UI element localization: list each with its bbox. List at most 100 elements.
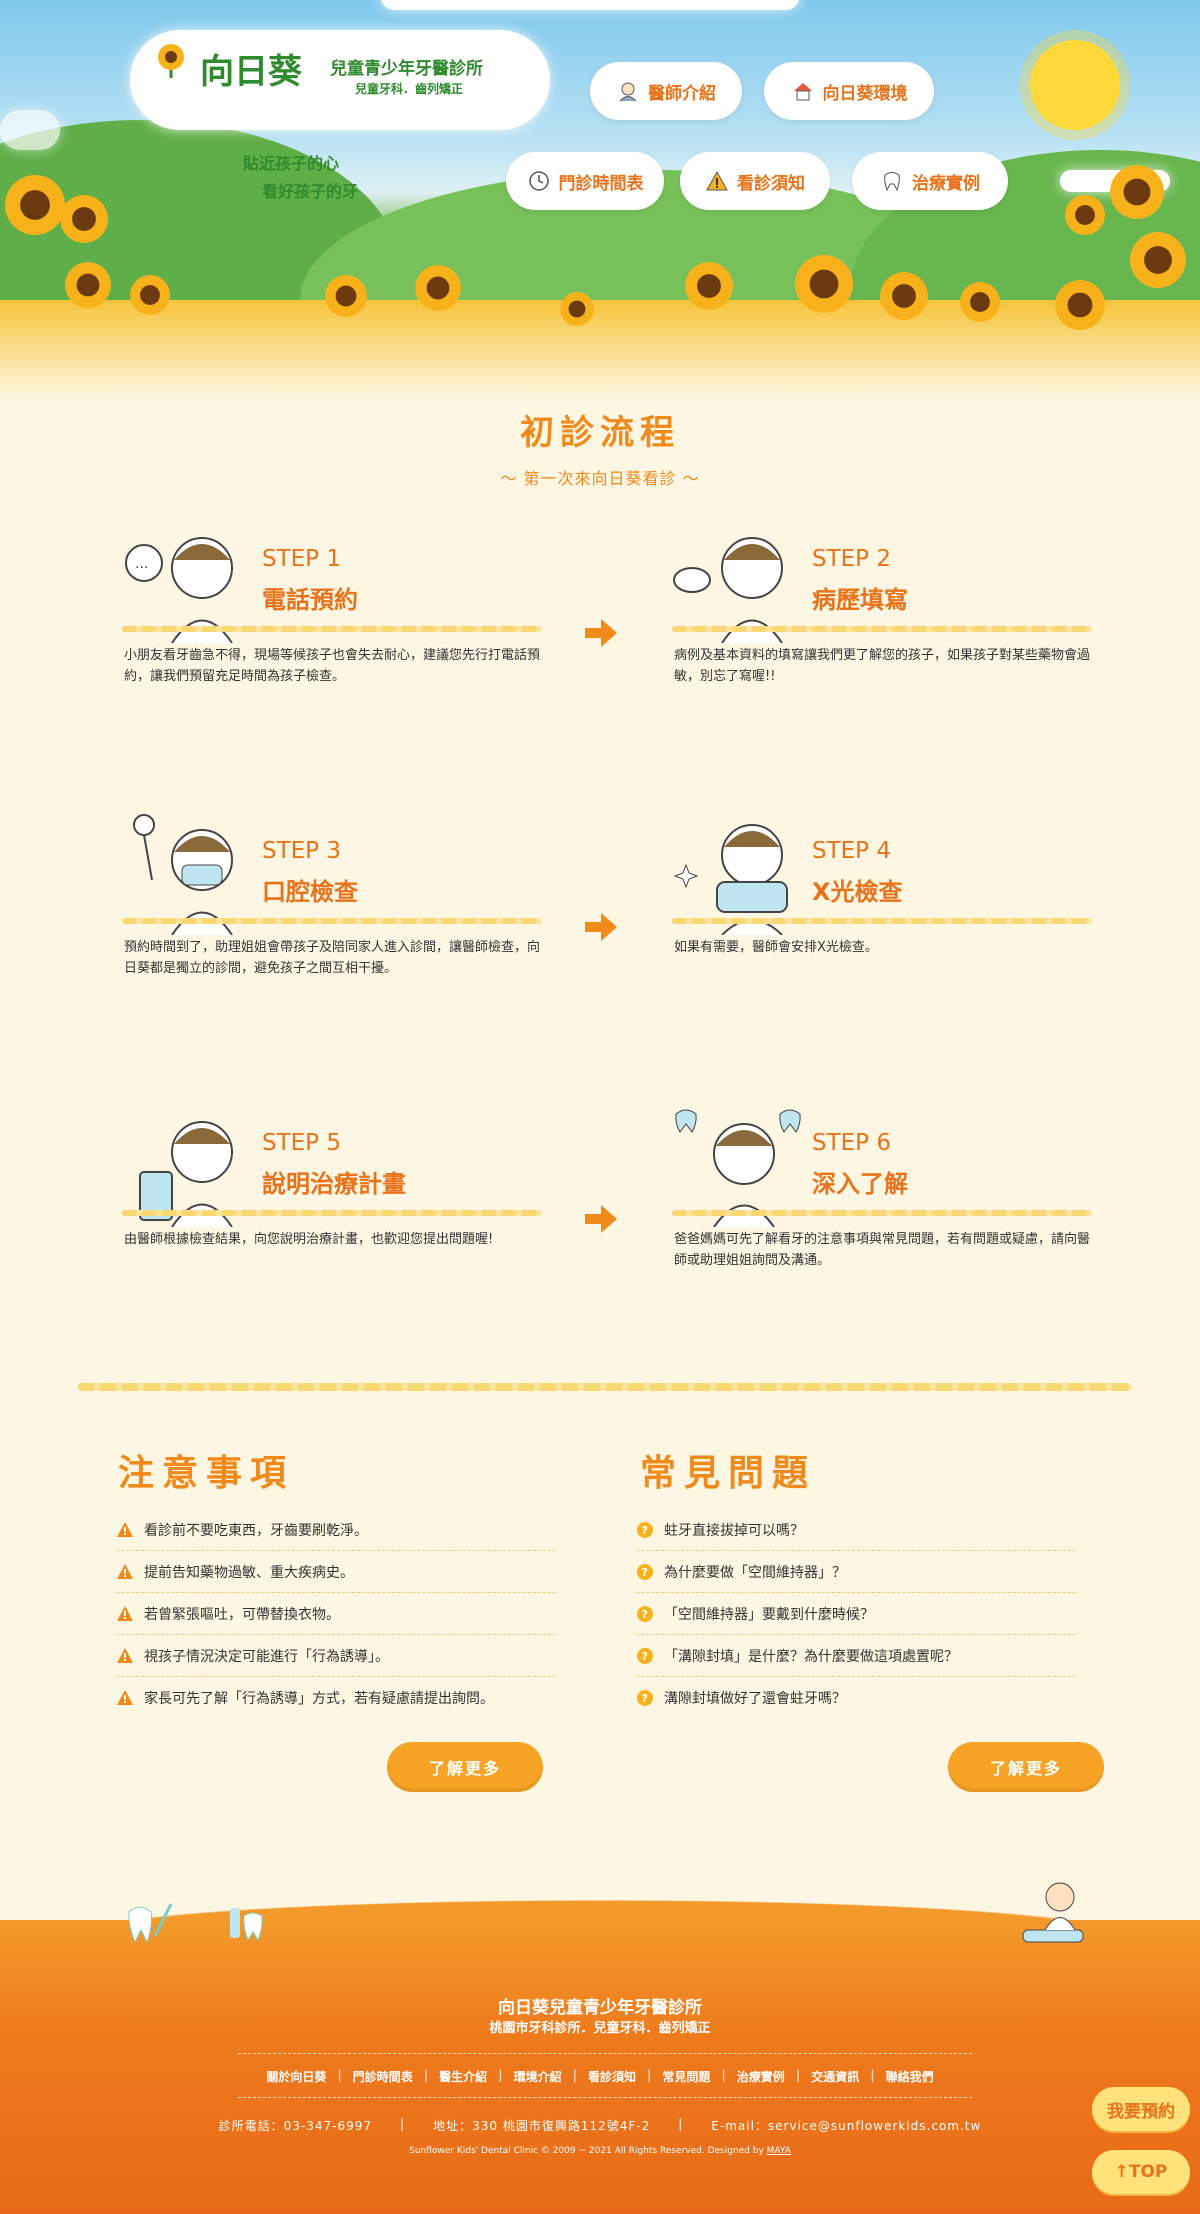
logo-subtitle: 兒童青少年牙醫診所 <box>330 59 483 79</box>
footer-contact-info: 診所電話：03-347-6997 | 地址：330 桃園市復興路112號4F-2… <box>0 2117 1200 2134</box>
clock-icon <box>527 169 551 193</box>
step-divider <box>122 918 542 924</box>
step-name: X光檢查 <box>812 878 903 906</box>
footer-email[interactable]: E-mail：service@sunflowerkids.com.tw <box>711 2117 981 2134</box>
step-description: 小朋友看牙齒急不得，現場等候孩子也會失去耐心，建議您先行打電話預約，讓我們預留充… <box>124 648 541 684</box>
sunflower-icon <box>685 262 733 310</box>
faq-item-text: 蛀牙直接拔掉可以嗎？ <box>664 1522 804 1539</box>
reserve-button[interactable]: 我要預約 <box>1092 2087 1190 2131</box>
step-label: STEP 3 <box>262 838 341 864</box>
nurse-clipboard-icon <box>139 1121 233 1227</box>
footer <box>0 1920 1200 2214</box>
sunflower-icon <box>1055 280 1105 330</box>
warning-icon <box>705 169 729 193</box>
step-divider <box>122 626 542 632</box>
back-to-top-button[interactable]: ↑ TOP <box>1092 2150 1190 2194</box>
footer-link-faq[interactable]: 常見問題 <box>651 2068 721 2085</box>
footer-phone[interactable]: 診所電話：03-347-6997 <box>219 2117 372 2134</box>
step-name: 電話預約 <box>262 586 358 614</box>
tooth-bottle-icon <box>230 1908 263 1942</box>
nav-label: 向日葵環境 <box>822 83 908 104</box>
arrow-up-icon: ↑ <box>1114 2162 1129 2182</box>
svg-text:?: ? <box>642 1692 648 1705</box>
faq-title: 常見問題 <box>640 1453 817 1494</box>
arrow-right-icon <box>585 913 617 941</box>
footer-link-contact[interactable]: 聯絡我們 <box>875 2068 945 2085</box>
process-heading: 初診流程 <box>0 405 1200 454</box>
cloud <box>0 110 60 150</box>
step-label: STEP 1 <box>262 546 341 572</box>
warning-icon <box>116 1605 134 1623</box>
site-logo[interactable]: 向日葵 兒童青少年牙醫診所 兒童牙科．齒列矯正 <box>130 30 550 130</box>
footer-clinic-name: 向日葵兒童青少年牙醫診所 <box>498 1998 702 2018</box>
faq-item[interactable]: ? 「空間維持器」要戴到什麼時候？ <box>636 1593 1076 1635</box>
tooth-brush-icon <box>128 1903 173 1944</box>
sunflower-icon <box>5 175 65 235</box>
top-label: TOP <box>1128 2162 1168 2182</box>
question-icon: ? <box>636 1689 654 1707</box>
logo-tagline: 兒童牙科．齒列矯正 <box>355 82 464 96</box>
footer-divider <box>238 2097 972 2098</box>
footer-link-schedule[interactable]: 門診時間表 <box>342 2068 424 2085</box>
sunflower-icon <box>325 275 367 317</box>
footer-link-cases[interactable]: 治療實例 <box>726 2068 796 2085</box>
notes-item-text: 家長可先了解「行為誘導」方式，若有疑慮請提出詢問。 <box>144 1691 494 1707</box>
question-icon: ? <box>636 1563 654 1581</box>
footer-link-about[interactable]: 關於向日葵 <box>255 2068 337 2085</box>
sunflower-icon <box>795 255 853 313</box>
process-title: 初診流程 <box>520 413 680 453</box>
copyright-text: Sunflower Kids' Dental Clinic © 2009 ~ 2… <box>409 2146 764 2156</box>
question-icon: ? <box>636 1521 654 1539</box>
sunflower-icon <box>960 282 1000 322</box>
notes-item-text: 看診前不要吃東西，牙齒要刷乾淨。 <box>144 1522 368 1539</box>
nav-doctors[interactable]: 醫師介紹 <box>590 62 742 120</box>
nav-environment[interactable]: 向日葵環境 <box>764 62 934 120</box>
nurse-phone-icon: ... <box>125 537 233 643</box>
nav-notice[interactable]: 看診須知 <box>680 152 830 210</box>
nav-cases[interactable]: 治療實例 <box>852 152 1008 210</box>
step-name: 口腔檢查 <box>262 878 358 906</box>
nurse-form-icon <box>673 537 783 643</box>
sunflower-icon <box>65 262 111 308</box>
footer-link-doctors[interactable]: 醫生介紹 <box>428 2068 498 2085</box>
separator: | <box>678 2117 684 2131</box>
faq-item[interactable]: ? 溝隙封填做好了還會蛀牙嗎？ <box>636 1677 1076 1719</box>
cloud <box>380 0 800 10</box>
footer-link-traffic[interactable]: 交通資訊 <box>800 2068 870 2085</box>
step-description: 爸爸媽媽可先了解看牙的注意事項與常見問題，若有問題或疑慮，請向醫師或助理姐姐詢問… <box>674 1232 1091 1268</box>
step-divider <box>122 1210 542 1216</box>
doctor-icon <box>616 79 640 103</box>
notes-more-button[interactable]: 了解更多 <box>387 1742 543 1792</box>
footer-clinic-subtitle: 桃園市牙科診所．兒童牙科．齒列矯正 <box>489 2021 711 2036</box>
warning-icon <box>116 1521 134 1539</box>
faq-item[interactable]: ? 為什麼要做「空間維持器」？ <box>636 1551 1076 1593</box>
tooth-icon <box>880 169 904 193</box>
designer-link[interactable]: MAYA <box>767 2146 791 2156</box>
warning-icon <box>116 1689 134 1707</box>
footer-link-environment[interactable]: 環境介紹 <box>503 2068 573 2085</box>
step-name: 深入了解 <box>812 1170 908 1198</box>
notes-item: 若曾緊張嘔吐，可帶替換衣物。 <box>116 1593 556 1635</box>
faq-more-button[interactable]: 了解更多 <box>948 1742 1104 1792</box>
footer-link-notice[interactable]: 看診須知 <box>577 2068 647 2085</box>
house-icon <box>791 79 815 103</box>
nurse-teeth-icon <box>675 1109 801 1227</box>
faq-item[interactable]: ? 「溝隙封填」是什麼？為什麼要做這項處置呢？ <box>636 1635 1076 1677</box>
footer-nav: 關於向日葵 | 門診時間表 | 醫生介紹 | 環境介紹 | 看診須知 | 常見問題 | 治療… <box>0 2068 1200 2085</box>
faq-item[interactable]: ? 蛀牙直接拔掉可以嗎？ <box>636 1509 1076 1551</box>
svg-text:?: ? <box>642 1650 648 1663</box>
field <box>0 300 1200 400</box>
faq-item-text: 「溝隙封填」是什麼？為什麼要做這項處置呢？ <box>664 1648 958 1665</box>
arrow-right-icon <box>585 619 617 647</box>
process-subheading: ～ 第一次來向日葵看診 ～ <box>0 465 1200 489</box>
logo-cloud <box>130 30 550 130</box>
step-label: STEP 5 <box>262 1130 341 1156</box>
step-divider <box>672 1210 1092 1216</box>
question-icon: ? <box>636 1605 654 1623</box>
nurse-xray-icon <box>673 824 788 935</box>
slogan-line-2: 看好孩子的牙 <box>262 182 359 201</box>
svg-text:?: ? <box>642 1566 648 1579</box>
sunflower-icon <box>880 272 928 320</box>
sunflower-icon <box>1130 232 1186 288</box>
nav-schedule[interactable]: 門診時間表 <box>506 152 664 210</box>
